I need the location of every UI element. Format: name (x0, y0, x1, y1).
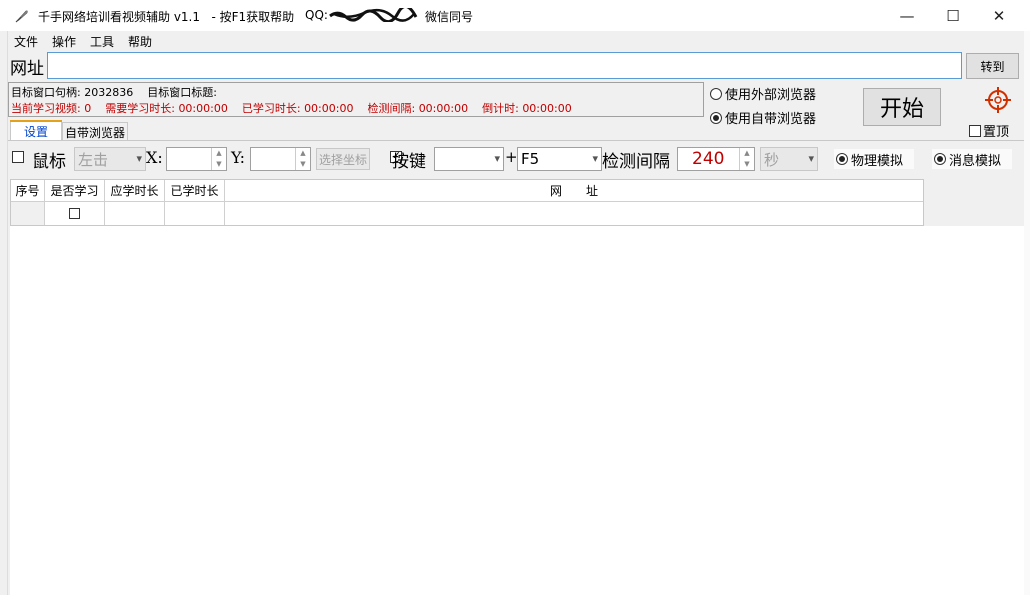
external-browser-option[interactable]: 使用外部浏览器 (710, 84, 816, 103)
column-header-url[interactable]: 网 址 (225, 180, 923, 202)
maximize-button[interactable]: ☐ (930, 0, 976, 31)
need-time-value: 00:00:00 (178, 102, 228, 115)
background-strip-right (1024, 31, 1030, 595)
countdown-value: 00:00:00 (522, 102, 572, 115)
click-type-select[interactable]: 左击 ▾ (74, 147, 146, 171)
crosshair-target-icon[interactable] (984, 86, 1012, 114)
builtin-browser-radio[interactable] (710, 111, 722, 124)
handle-label: 目标窗口句柄: (11, 86, 81, 99)
close-button[interactable]: ✕ (976, 0, 1022, 31)
countdown-label: 倒计时: (482, 102, 519, 115)
tab-builtin-browser[interactable]: 自带浏览器 (62, 122, 128, 141)
learn-checkbox[interactable] (69, 208, 80, 219)
physical-sim-option[interactable]: 物理模拟 (834, 149, 914, 169)
mouse-label: 鼠标 (32, 152, 66, 172)
chevron-down-icon: ▾ (808, 152, 814, 165)
video-table: 序号 是否学习 应学时长 已学时长 网 址 (10, 179, 924, 226)
x-label: X: (146, 148, 163, 167)
learned-time-label: 已学习时长: (241, 102, 301, 115)
x-input[interactable]: ▲ ▼ (166, 147, 227, 171)
interval-label: 检测间隔: (367, 102, 416, 115)
menu-operation[interactable]: 操作 (52, 33, 76, 50)
learned-time-value: 00:00:00 (304, 102, 354, 115)
settings-panel: 鼠标 左击 ▾ X: ▲▼ Y: ▲▼ 选择坐标 按键 ▾ + F5 ▾ 检测间… (8, 141, 1024, 177)
goto-button[interactable]: 转到 (966, 53, 1019, 79)
menu-help[interactable]: 帮助 (128, 33, 152, 50)
table-row-learned-time-cell[interactable] (165, 202, 225, 225)
current-video-value: 0 (84, 102, 92, 115)
redacted-scribble (329, 8, 418, 22)
message-sim-label: 消息模拟 (949, 153, 1002, 169)
menu-bar: 文件 操作 工具 帮助 (8, 31, 1024, 50)
chevron-down-icon: ▾ (592, 152, 598, 165)
progress-info: 当前学习视频: 0 需要学习时长: 00:00:00 已学习时长: 00:00:… (11, 100, 572, 116)
click-type-value: 左击 (78, 150, 109, 169)
target-window-info: 目标窗口句柄: 2032836 目标窗口标题: (11, 84, 217, 100)
column-header-need-time[interactable]: 应学时长 (105, 180, 165, 202)
message-sim-option[interactable]: 消息模拟 (932, 149, 1012, 169)
modifier-select[interactable]: ▾ (434, 147, 504, 171)
current-video-label: 当前学习视频: (11, 102, 81, 115)
y-input[interactable]: ▲ ▼ (250, 147, 311, 171)
title-bar: 千手网络培训看视频辅助 v1.1 - 按F1获取帮助 QQ: 微信同号 — ☐ … (0, 0, 1030, 31)
builtin-browser-option[interactable]: 使用自带浏览器 (710, 108, 816, 127)
table-row-url-cell[interactable] (225, 202, 923, 225)
physical-sim-radio[interactable] (836, 153, 848, 165)
builtin-browser-label: 使用自带浏览器 (725, 112, 817, 127)
interval-spinner-arrows[interactable]: ▲ ▼ (739, 148, 754, 170)
mouse-checkbox[interactable] (12, 151, 24, 163)
message-sim-radio[interactable] (934, 153, 946, 165)
pin-top-option[interactable]: 置顶 (969, 121, 1009, 140)
x-spinner-arrows[interactable]: ▲ ▼ (211, 148, 226, 170)
interval-input[interactable]: 240 ▲ ▼ (677, 147, 755, 171)
column-header-index[interactable]: 序号 (11, 180, 45, 202)
status-info-box: 目标窗口句柄: 2032836 目标窗口标题: 当前学习视频: 0 需要学习时长… (8, 82, 704, 117)
interval-label: 检测间隔 (602, 152, 670, 172)
unit-value: 秒 (764, 150, 780, 169)
background-strip-left (0, 31, 8, 595)
app-feather-icon (15, 10, 28, 23)
list-area (10, 226, 1024, 595)
key-select[interactable]: F5 ▾ (517, 147, 602, 171)
pin-top-checkbox[interactable] (969, 124, 981, 137)
target-title-label: 目标窗口标题: (147, 86, 217, 99)
column-header-learned-time[interactable]: 已学时长 (165, 180, 225, 202)
chevron-down-icon: ▾ (136, 152, 142, 165)
need-time-label: 需要学习时长: (105, 102, 175, 115)
interval-value: 00:00:00 (418, 102, 469, 115)
external-browser-label: 使用外部浏览器 (725, 88, 817, 103)
unit-select[interactable]: 秒 ▾ (760, 147, 818, 171)
key-value: F5 (521, 150, 540, 168)
y-spinner-arrows[interactable]: ▲ ▼ (295, 148, 310, 170)
menu-file[interactable]: 文件 (14, 33, 38, 50)
table-row-learn-cell[interactable] (45, 202, 105, 225)
plus-sign: + (505, 148, 518, 166)
table-row-need-time-cell[interactable] (105, 202, 165, 225)
column-header-learn[interactable]: 是否学习 (45, 180, 105, 202)
interval-value: 240 (692, 149, 725, 169)
handle-value: 2032836 (84, 86, 134, 99)
key-label: 按键 (392, 152, 426, 172)
external-browser-radio[interactable] (710, 87, 722, 100)
y-label: Y: (231, 148, 245, 167)
wechat-same-text: 微信同号 (425, 10, 474, 24)
chevron-down-icon: ▾ (494, 152, 500, 165)
table-row-index-cell[interactable] (11, 202, 45, 225)
qq-label: QQ: (305, 8, 328, 22)
pin-top-label: 置顶 (983, 125, 1010, 140)
physical-sim-label: 物理模拟 (851, 153, 904, 169)
url-input[interactable] (47, 52, 962, 79)
start-button[interactable]: 开始 (863, 88, 941, 126)
pick-coordinate-button[interactable]: 选择坐标 (316, 148, 370, 170)
minimize-button[interactable]: — (884, 0, 930, 31)
tab-settings[interactable]: 设置 (10, 120, 62, 141)
window-title: 千手网络培训看视频辅助 v1.1 - 按F1获取帮助 (38, 10, 295, 24)
menu-tools[interactable]: 工具 (90, 33, 114, 50)
url-label: 网址 (10, 59, 44, 79)
